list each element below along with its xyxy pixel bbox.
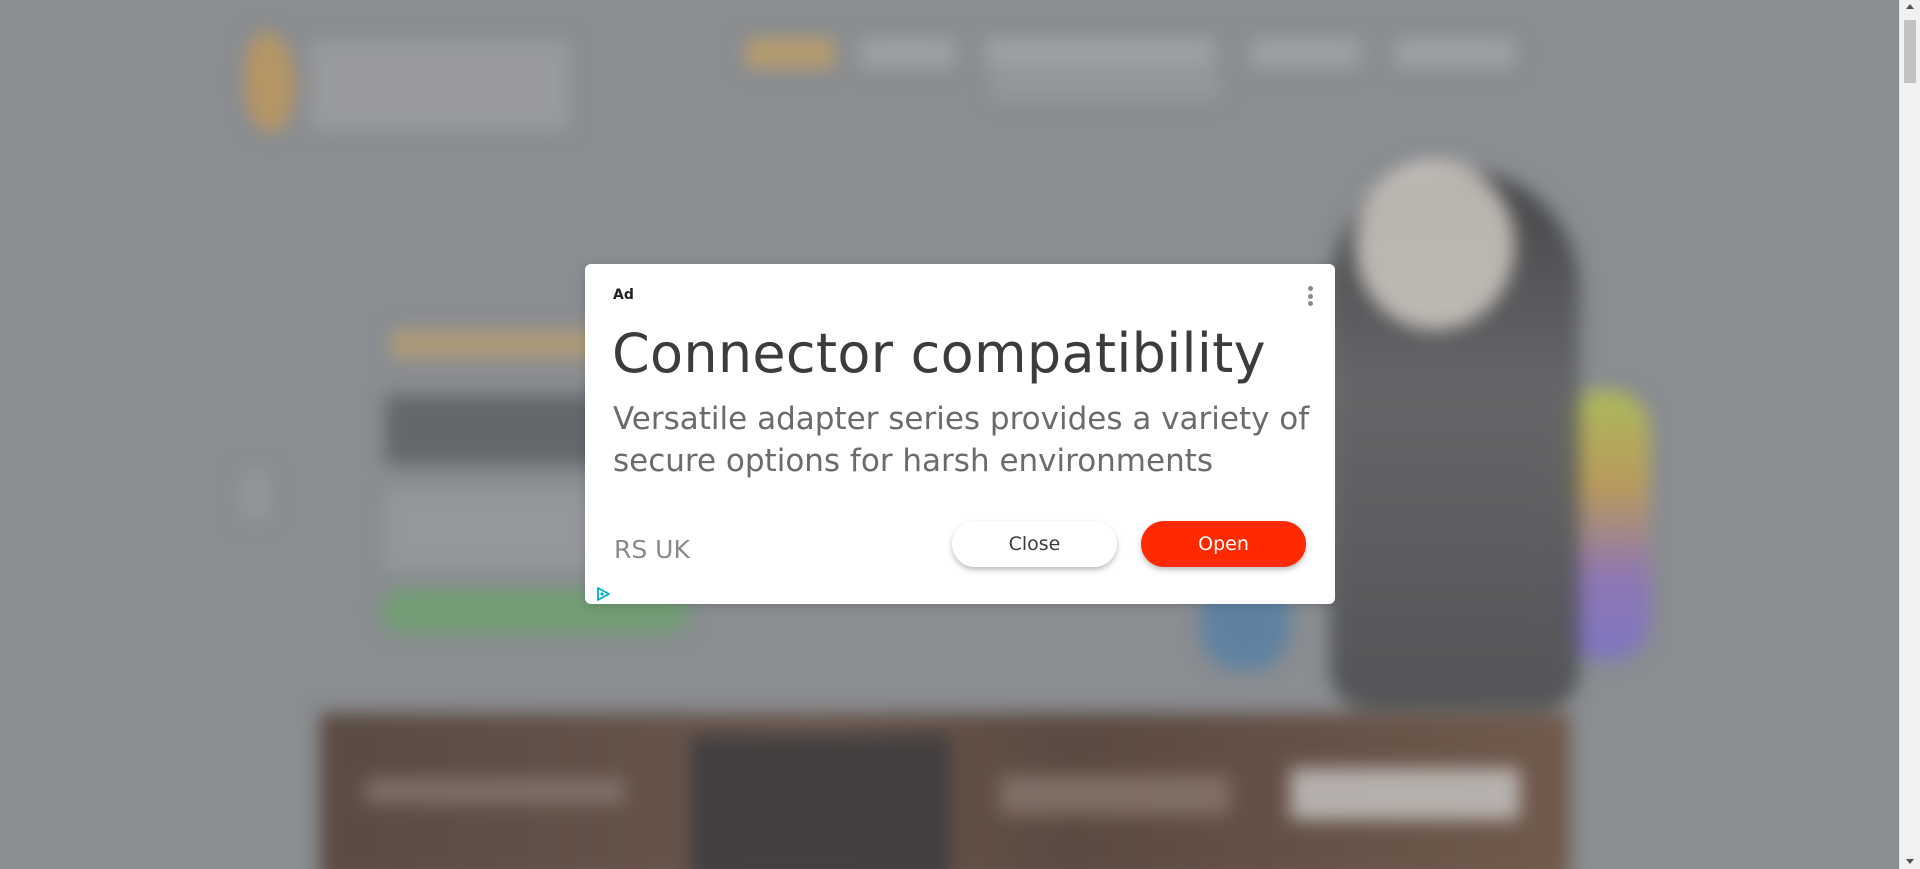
- kebab-dot: [1307, 301, 1313, 306]
- ad-title[interactable]: Connector compatibility: [612, 322, 1266, 385]
- background-person-head: [1355, 160, 1515, 330]
- background-logo-text: [310, 40, 570, 130]
- background-nav-item: [860, 38, 955, 68]
- background-banner-button: [1290, 768, 1520, 820]
- kebab-dot: [1307, 286, 1313, 291]
- background-banner-text: [1000, 775, 1230, 815]
- background-side-element: [240, 470, 270, 520]
- scroll-thumb[interactable]: [1904, 20, 1916, 83]
- scroll-up-arrow-icon[interactable]: [1906, 4, 1914, 9]
- adchoices-icon[interactable]: [595, 586, 611, 602]
- background-banner-text: [365, 778, 625, 804]
- background-nav-item: [990, 72, 1220, 100]
- ad-body-text[interactable]: Versatile adapter series provides a vari…: [613, 398, 1313, 482]
- scroll-down-arrow-icon[interactable]: [1906, 859, 1914, 864]
- ad-advertiser-name[interactable]: RS UK: [614, 535, 690, 564]
- background-nav-item: [985, 38, 1215, 68]
- open-button[interactable]: Open: [1141, 521, 1306, 567]
- kebab-dot: [1307, 293, 1313, 299]
- ad-label: Ad: [613, 287, 634, 303]
- more-options-icon[interactable]: [1303, 284, 1317, 308]
- close-button[interactable]: Close: [952, 521, 1117, 567]
- background-nav-item: [745, 38, 835, 68]
- vertical-scrollbar[interactable]: [1899, 0, 1920, 869]
- background-banner-image: [690, 735, 950, 869]
- background-nav-item: [1250, 38, 1360, 68]
- ad-dialog: Ad Connector compatibility Versatile ada…: [585, 264, 1335, 604]
- background-logo: [245, 32, 295, 132]
- background-nav-item: [1395, 38, 1515, 68]
